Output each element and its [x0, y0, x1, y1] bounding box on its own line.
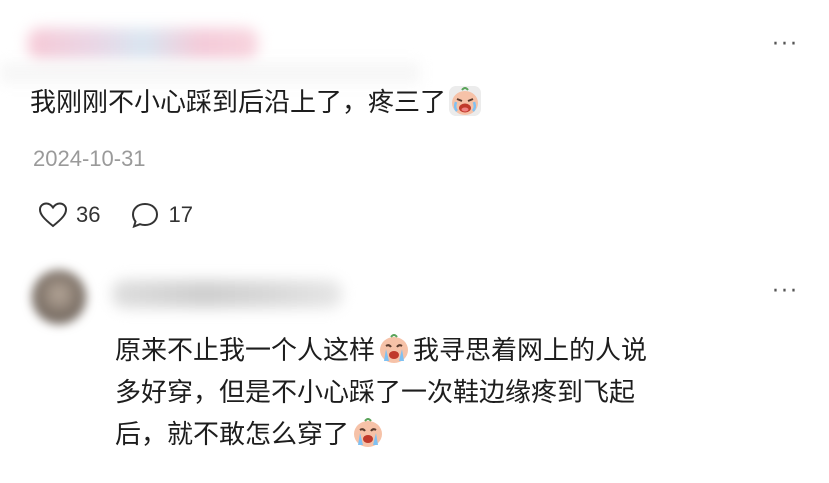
comment-text-content: 我寻思着网上的人说	[413, 336, 648, 366]
comment-text: 原来不止我一个人这样 我寻思着网上的人说 多好穿，但是不小心踩了一次鞋边缘疼到飞…	[115, 330, 647, 456]
comment-2: ··· 原来不止我一个人这样 我寻思着网上的人说 多好穿，但是不小心踩了一次鞋边…	[0, 255, 829, 483]
like-button[interactable]: 36	[38, 201, 100, 229]
comment-line-3: 后，就不敢怎么穿了	[115, 414, 647, 456]
comment-text-content: 我刚刚不小心踩到后沿上了，疼三了	[30, 88, 447, 118]
reply-count: 17	[168, 202, 193, 227]
avatar[interactable]	[32, 270, 86, 324]
heart-icon	[38, 202, 68, 228]
reply-button[interactable]: 17	[130, 201, 193, 229]
comment-actions: 36 17	[38, 198, 223, 232]
comment-1: ··· 我刚刚不小心踩到后沿上了，疼三了 2024-10-31 36 17	[0, 0, 829, 255]
comment-text-content: 原来不止我一个人这样	[115, 336, 376, 366]
comment-date: 2024-10-31	[33, 146, 146, 171]
more-options-button[interactable]: ···	[772, 281, 799, 303]
comment-line-1: 原来不止我一个人这样 我寻思着网上的人说	[115, 330, 647, 372]
crying-face-icon	[354, 418, 383, 447]
crying-face-icon	[380, 334, 409, 363]
like-count: 36	[76, 202, 101, 227]
blurred-username	[112, 280, 342, 308]
more-options-button[interactable]: ···	[772, 34, 799, 56]
crying-face-icon	[449, 86, 482, 116]
comment-bubble-icon	[132, 202, 159, 229]
comment-text-content: 后，就不敢怎么穿了	[115, 420, 350, 450]
comment-text: 我刚刚不小心踩到后沿上了，疼三了	[30, 82, 484, 124]
blurred-area	[0, 62, 420, 84]
comment-line-2: 多好穿，但是不小心踩了一次鞋边缘疼到飞起	[115, 378, 636, 408]
blurred-username	[28, 28, 258, 60]
